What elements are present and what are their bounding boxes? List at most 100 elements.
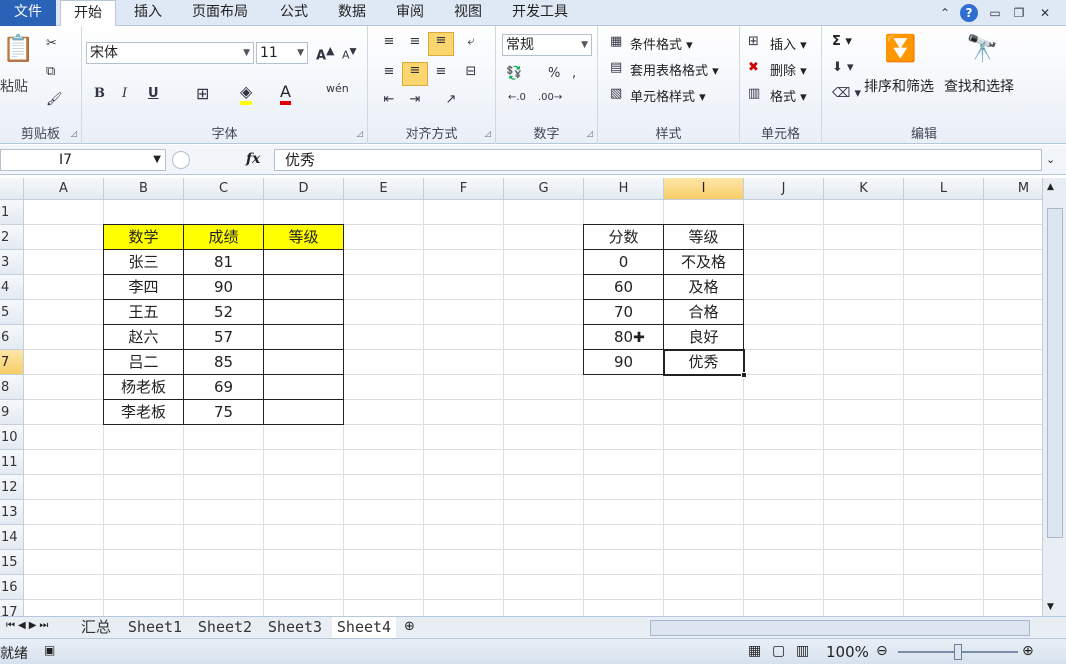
number-dialog-launcher-icon[interactable]: ◿ [587,129,593,138]
table2-cell[interactable]: 不及格 [663,249,744,275]
new-sheet-icon[interactable]: ⊕ [404,619,415,634]
sheet-tab-sheet3[interactable]: Sheet3 [264,617,326,638]
sheet-nav-icon[interactable]: ⏮◀▶⏭ [6,620,51,631]
font-shrink-icon[interactable]: A▼ [342,46,357,62]
column-header-f[interactable]: F [424,178,504,200]
percent-style-button[interactable]: % [548,66,560,81]
table1-cell[interactable]: 75 [183,399,264,425]
vertical-scrollbar[interactable]: ▲ ▼ [1042,178,1066,616]
column-header-b[interactable]: B [104,178,184,200]
table2-header[interactable]: 分数 [583,224,664,250]
column-header-l[interactable]: L [904,178,984,200]
column-header-a[interactable]: A [24,178,104,200]
bold-button[interactable]: B [94,86,105,101]
table1-cell[interactable]: 张三 [103,249,184,275]
table2-cell[interactable]: 良好 [663,324,744,350]
row-header-10[interactable]: 10 [0,425,24,450]
column-header-g[interactable]: G [504,178,584,200]
alignment-dialog-launcher-icon[interactable]: ◿ [485,129,491,138]
row-header-14[interactable]: 14 [0,525,24,550]
row-header-13[interactable]: 13 [0,500,24,525]
expand-formula-bar-icon[interactable]: ⌄ [1046,153,1055,166]
column-header-d[interactable]: D [264,178,344,200]
borders-icon[interactable]: ⊞ [196,84,209,103]
sheet-tab-sheet4[interactable]: Sheet4 [332,617,396,638]
sort-filter-button[interactable]: 排序和筛选 [864,76,934,96]
column-header-e[interactable]: E [344,178,424,200]
table2-cell[interactable]: 及格 [663,274,744,300]
comma-style-icon[interactable]: , [572,66,576,81]
column-header-h[interactable]: H [584,178,664,200]
column-header-j[interactable]: J [744,178,824,200]
fill-icon[interactable]: ⬇ ▾ [832,60,854,75]
page-break-view-icon[interactable]: ▥ [796,643,809,659]
macro-record-icon[interactable]: ▣ [44,643,55,657]
align-center-icon[interactable]: ≡ [402,62,428,86]
tab-page-layout[interactable]: 页面布局 [180,0,260,26]
font-color-icon[interactable]: A [280,82,291,105]
table1-cell[interactable]: 85 [183,349,264,375]
formula-expand-icon[interactable] [172,151,190,169]
paste-button[interactable]: 粘贴 [0,76,28,96]
copy-icon[interactable]: ⧉ [46,64,55,79]
table1-cell[interactable] [263,249,344,275]
row-header-15[interactable]: 15 [0,550,24,575]
table1-cell[interactable]: 69 [183,374,264,400]
table1-cell[interactable] [263,399,344,425]
format-cells-button[interactable]: 格式 ▾ [770,86,807,105]
decrease-decimal-icon[interactable]: .00→ [538,92,562,103]
phonetic-icon[interactable]: wén [326,82,349,95]
autosum-button[interactable]: Σ ▾ [832,34,852,49]
select-all-corner[interactable] [0,178,24,200]
page-layout-view-icon[interactable]: ▢ [772,643,785,659]
format-as-table-button[interactable]: 套用表格格式 ▾ [630,60,719,79]
close-icon[interactable]: ✕ [1036,4,1054,22]
scroll-up-icon[interactable]: ▲ [1047,182,1054,192]
row-header-4[interactable]: 4 [0,275,24,300]
tab-developer[interactable]: 开发工具 [500,0,580,26]
table1-cell[interactable]: 57 [183,324,264,350]
table1-cell[interactable]: 李老板 [103,399,184,425]
worksheet-grid[interactable]: A B C D E F G H I J K L M 1 2 3 4 5 6 7 8 9 10 11 12 13 14 15 16 17 数学… [0,178,1042,616]
column-header-k[interactable]: K [824,178,904,200]
row-header-11[interactable]: 11 [0,450,24,475]
increase-indent-icon[interactable]: ⇥ [404,92,426,114]
table1-cell[interactable]: 杨老板 [103,374,184,400]
insert-function-button[interactable]: fx [246,151,260,167]
table2-header[interactable]: 等级 [663,224,744,250]
delete-cells-button[interactable]: 删除 ▾ [770,60,807,79]
table2-cell[interactable]: 70 [583,299,664,325]
wrap-text-icon[interactable]: ⤶ [460,34,482,56]
tab-insert[interactable]: 插入 [120,0,176,26]
row-header-1[interactable]: 1 [0,200,24,225]
zoom-level[interactable]: 100% [826,643,869,661]
format-painter-icon[interactable]: 🖌 [46,92,63,107]
font-size-select[interactable]: 11 ▼ [256,42,308,64]
sheet-tab-summary[interactable]: 汇总 [72,617,120,638]
table1-cell[interactable]: 李四 [103,274,184,300]
align-bottom-icon[interactable]: ≡ [428,32,454,56]
row-header-16[interactable]: 16 [0,575,24,600]
vertical-scroll-thumb[interactable] [1047,208,1063,538]
help-icon[interactable]: ? [960,4,978,22]
table2-cell[interactable]: 90 [583,349,664,375]
row-header-3[interactable]: 3 [0,250,24,275]
clear-icon[interactable]: ⌫ ▾ [832,86,861,101]
row-header-9[interactable]: 9 [0,400,24,425]
minimize-icon[interactable]: ▭ [986,4,1004,22]
dialog-launcher-icon[interactable]: ◿ [71,129,77,138]
tab-view[interactable]: 视图 [440,0,496,26]
underline-button[interactable]: U [148,86,159,101]
number-format-select[interactable]: 常规 ▼ [502,34,592,56]
conditional-format-button[interactable]: 条件格式 ▾ [630,34,693,53]
tab-home[interactable]: 开始 [60,0,116,27]
column-header-m[interactable]: M [984,178,1042,200]
row-header-8[interactable]: 8 [0,375,24,400]
row-header-17[interactable]: 17 [0,600,24,616]
increase-decimal-icon[interactable]: ←.0 [508,92,526,103]
sheet-tab-sheet2[interactable]: Sheet2 [194,617,256,638]
zoom-out-icon[interactable]: ⊖ [876,643,888,659]
row-header-5[interactable]: 5 [0,300,24,325]
formula-input[interactable]: 优秀 [274,149,1042,171]
tab-formulas[interactable]: 公式 [266,0,322,26]
